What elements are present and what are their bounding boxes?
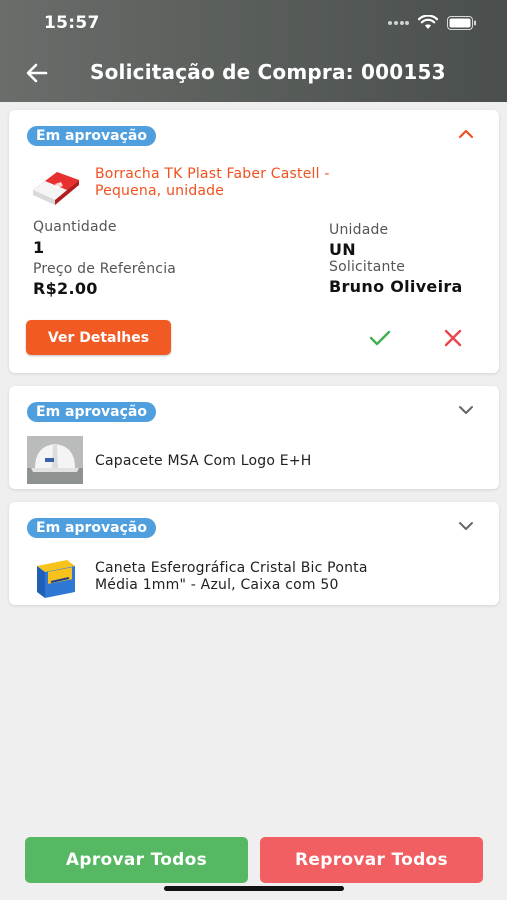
helmet-image [27,436,83,484]
status-badge: Em aprovação [27,402,156,422]
app-header: 15:57 Solicitação de Compra: 000153 [0,0,507,102]
price-label: Preço de Referência [33,261,177,277]
product-name-line1: Capacete MSA Com Logo E+H [95,453,312,469]
quantity-value: 1 [33,238,45,257]
product-name-line2: Média 1mm" - Azul, Caixa com 50 [95,577,339,593]
close-icon[interactable] [443,328,463,348]
chevron-down-icon[interactable] [457,403,475,417]
home-indicator [164,886,344,891]
product-name-line1: Caneta Esferográfica Cristal Bic Ponta [95,560,368,576]
unit-value: UN [329,240,356,259]
status-badge: Em aprovação [27,518,156,538]
product-name-line2: Pequena, unidade [95,183,225,199]
request-item-card[interactable]: Em aprovação Capacete MSA Com Logo E+H [9,386,499,489]
chevron-down-icon[interactable] [457,519,475,533]
eraser-image [33,172,79,205]
view-details-button[interactable]: Ver Detalhes [26,320,171,355]
requester-label: Solicitante [329,259,406,275]
pen-box-image [37,560,75,598]
request-item-card[interactable]: Em aprovação Borracha TK Plast Faber Cas… [9,110,499,373]
reject-all-button[interactable]: Reprovar Todos [260,837,483,883]
signal-icon [388,20,409,25]
wifi-icon [418,15,438,29]
approve-all-button[interactable]: Aprovar Todos [25,837,248,883]
status-time: 15:57 [44,13,100,33]
battery-icon [447,15,476,30]
request-item-card[interactable]: Em aprovação Caneta Esferográfica Crista… [9,502,499,605]
status-badge: Em aprovação [27,126,156,146]
status-icons [387,15,477,30]
chevron-up-icon[interactable] [457,127,475,141]
requester-value: Bruno Oliveira [329,277,463,296]
page-title: Solicitação de Compra: 000153 [90,60,446,84]
unit-label: Unidade [329,222,389,238]
product-name-line1: Borracha TK Plast Faber Castell - [95,166,330,182]
check-icon[interactable] [369,328,391,348]
back-arrow-icon[interactable] [24,60,50,86]
price-value: R$2.00 [33,279,98,298]
quantity-label: Quantidade [33,219,117,235]
